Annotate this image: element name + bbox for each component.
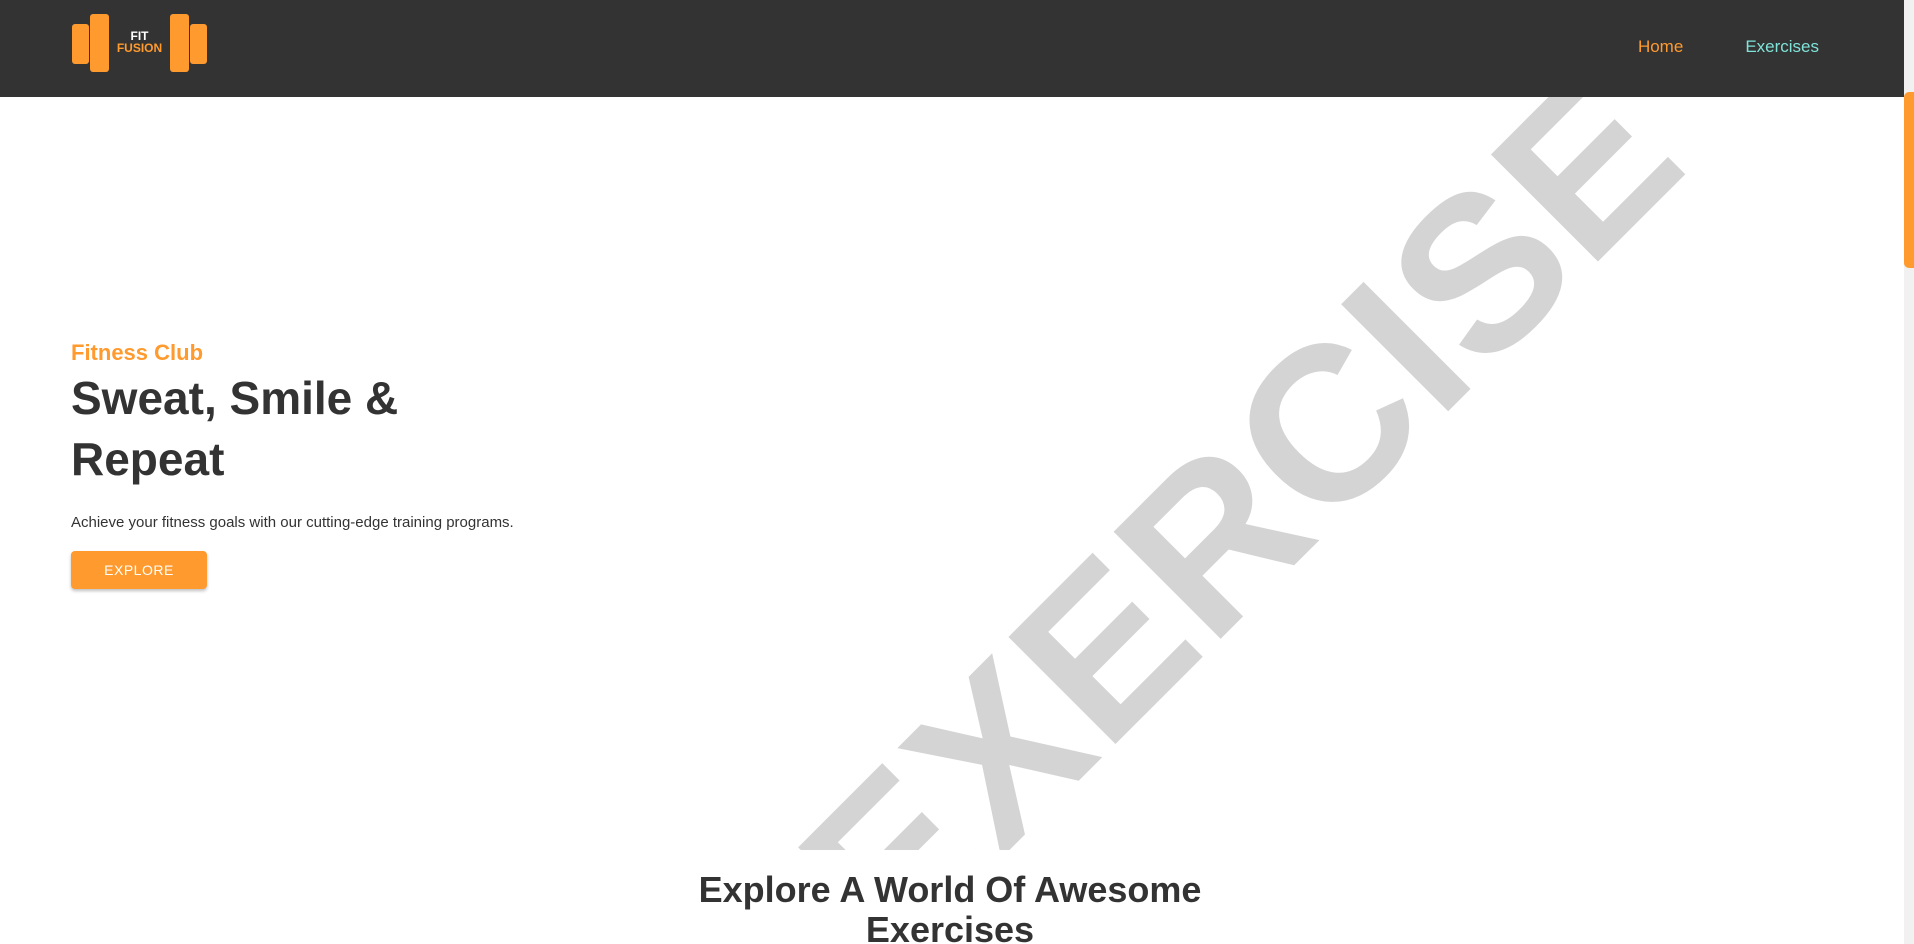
hero-title: Sweat, Smile & Repeat	[71, 372, 399, 485]
logo-bar-outer-right	[190, 24, 207, 64]
navbar: FIT FUSION Home Exercises	[0, 0, 1904, 97]
explore-button[interactable]: EXPLORE	[71, 551, 207, 589]
hero-watermark: EXERCISE	[754, 97, 1726, 850]
logo-text-fusion: FUSION	[116, 41, 163, 55]
logo-bar-inner-left	[90, 14, 109, 72]
logo-bar-inner-right	[170, 14, 189, 72]
nav-link-exercises[interactable]: Exercises	[1745, 37, 1819, 57]
page: FIT FUSION Home Exercises EXERCISE Fitne…	[0, 0, 1914, 944]
logo-bar-outer-left	[72, 24, 89, 64]
exercises-section-title: Explore A World Of Awesome Exercises	[698, 869, 1202, 944]
scrollbar-thumb[interactable]	[1904, 92, 1914, 268]
logo-text: FIT FUSION	[109, 30, 170, 54]
nav-links: Home Exercises	[1638, 37, 1819, 57]
nav-link-home[interactable]: Home	[1638, 37, 1683, 57]
page-scrollbar[interactable]	[1904, 0, 1914, 944]
watermark-container: EXERCISE	[700, 97, 1900, 850]
hero-description: Achieve your fitness goals with our cutt…	[71, 514, 514, 531]
dumbbell-logo-icon[interactable]: FIT FUSION	[71, 13, 208, 73]
hero-subtitle: Fitness Club	[71, 340, 204, 365]
